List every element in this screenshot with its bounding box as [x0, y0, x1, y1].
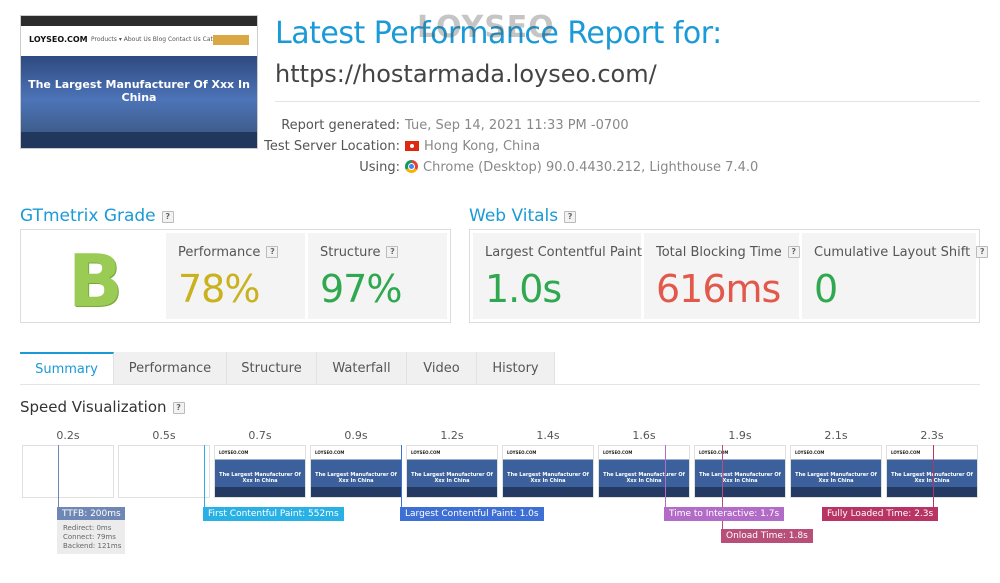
server-location-value: Hong Kong, China — [424, 139, 541, 154]
grade-box: B — [24, 233, 181, 323]
help-icon[interactable]: ? — [161, 211, 174, 223]
web-vitals-panel: Largest Contentful Paint? 1.0s Total Blo… — [469, 229, 989, 323]
tab-waterfall[interactable]: Waterfall — [317, 352, 407, 385]
help-icon[interactable]: ? — [266, 246, 279, 258]
cls-label: Cumulative Layout Shift? — [814, 245, 989, 260]
ttfb-detail: Redirect: 0ms Connect: 79ms Backend: 121… — [57, 520, 125, 554]
thumbnail-cta — [213, 35, 249, 45]
structure-value: 97% — [320, 267, 402, 311]
help-icon[interactable]: ? — [564, 211, 577, 223]
speed-visualization-heading: Speed Visualization? — [20, 398, 185, 416]
lcp-marker[interactable]: Largest Contentful Paint: 1.0s — [400, 507, 544, 521]
frame-time: 0.9s — [344, 429, 368, 442]
frame-time: 0.2s — [56, 429, 80, 442]
lcp-value: 1.0s — [485, 267, 562, 311]
thumbnail-nav: LOYSEO.COM Products ▾ About Us Blog Cont… — [21, 26, 257, 56]
thumbnail-headline: The Largest Manufacturer Of Xxx In China — [28, 78, 250, 104]
fully-loaded-marker[interactable]: Fully Loaded Time: 2.3s — [822, 507, 939, 521]
ttfb-backend: Backend: 121ms — [63, 542, 122, 550]
filmstrip-frame[interactable]: LOYSEO.COM The Largest Manufacturer Of Xx… — [694, 445, 786, 498]
tab-summary[interactable]: Summary — [20, 352, 114, 385]
web-vitals-title: Web Vitals — [469, 206, 559, 226]
tab-video[interactable]: Video — [407, 352, 477, 385]
tbt-label: Total Blocking Time? — [656, 245, 800, 260]
frame-time: 1.2s — [440, 429, 464, 442]
thumbnail-logo: LOYSEO.COM — [29, 35, 88, 44]
server-location-label: Test Server Location: — [264, 139, 400, 154]
tab-history[interactable]: History — [477, 352, 555, 385]
frame-time: 1.9s — [728, 429, 752, 442]
filmstrip-frame[interactable] — [118, 445, 210, 498]
report-url[interactable]: https://hostarmada.loyseo.com/ — [275, 60, 657, 88]
tab-structure[interactable]: Structure — [227, 352, 317, 385]
using-label: Using: — [359, 160, 400, 175]
performance-label: Performance? — [178, 245, 279, 260]
hong-kong-flag-icon — [405, 141, 419, 151]
tti-line — [665, 445, 666, 507]
ttfb-marker[interactable]: TTFB: 200ms — [57, 507, 125, 521]
lcp-label: Largest Contentful Paint? — [485, 245, 661, 260]
report-tabs: Summary Performance Structure Waterfall … — [20, 352, 555, 385]
frame-time: 1.6s — [632, 429, 656, 442]
onload-marker[interactable]: Onload Time: 1.8s — [721, 529, 813, 543]
ttfb-redirect: Redirect: 0ms — [63, 524, 112, 532]
browser-info: Chrome (Desktop) 90.0.4430.212, Lighthou… — [405, 160, 758, 175]
ttfb-line — [58, 445, 59, 507]
chrome-icon — [405, 160, 418, 173]
fcp-line — [204, 445, 205, 507]
cls-cell: Cumulative Layout Shift? 0 — [802, 233, 989, 319]
frame-time: 2.1s — [824, 429, 848, 442]
speed-visualization-title: Speed Visualization — [20, 398, 167, 416]
filmstrip-frame[interactable]: LOYSEO.COM The Largest Manufacturer Of Xx… — [406, 445, 498, 498]
help-icon[interactable]: ? — [386, 246, 399, 258]
thumbnail-nav-links: Products ▾ About Us Blog Contact Us Cata… — [91, 36, 229, 43]
frame-time: 0.5s — [152, 429, 176, 442]
help-icon[interactable]: ? — [976, 246, 989, 258]
tbt-value: 616ms — [656, 267, 781, 311]
filmstrip-frame[interactable]: LOYSEO.COM The Largest Manufacturer Of Xx… — [790, 445, 882, 498]
server-location: Hong Kong, China — [405, 139, 540, 154]
tti-marker[interactable]: Time to Interactive: 1.7s — [664, 507, 785, 521]
filmstrip-frame[interactable] — [22, 445, 114, 498]
filmstrip-frame[interactable]: LOYSEO.COM The Largest Manufacturer Of Xx… — [214, 445, 306, 498]
performance-cell: Performance? 78% — [166, 233, 305, 319]
help-icon[interactable]: ? — [172, 402, 185, 414]
watermark: LOYSEO — [417, 10, 555, 45]
using-value: Chrome (Desktop) 90.0.4430.212, Lighthou… — [423, 160, 759, 175]
filmstrip-frame[interactable]: LOYSEO.COM The Largest Manufacturer Of Xx… — [310, 445, 402, 498]
frame-time: 0.7s — [248, 429, 272, 442]
tab-performance[interactable]: Performance — [114, 352, 227, 385]
performance-value: 78% — [178, 267, 260, 311]
gtmetrix-grade-heading: GTmetrix Grade? — [20, 206, 174, 226]
cls-value: 0 — [814, 267, 838, 311]
tabs-divider — [20, 384, 980, 385]
tbt-cell: Total Blocking Time? 616ms — [644, 233, 800, 319]
help-icon[interactable]: ? — [787, 246, 800, 258]
header-divider — [275, 101, 980, 102]
grade-letter: B — [68, 239, 123, 323]
web-vitals-heading: Web Vitals? — [469, 206, 577, 226]
lcp-cell: Largest Contentful Paint? 1.0s — [473, 233, 661, 319]
structure-label: Structure? — [320, 245, 399, 260]
filmstrip-frame[interactable]: LOYSEO.COM The Largest Manufacturer Of Xx… — [502, 445, 594, 498]
frame-time: 2.3s — [920, 429, 944, 442]
report-generated-label: Report generated: — [281, 118, 400, 133]
gtmetrix-grade-panel: B Performance? 78% Structure? 97% — [20, 229, 451, 323]
structure-cell: Structure? 97% — [308, 233, 447, 319]
lcp-line — [401, 445, 402, 507]
report-generated-value: Tue, Sep 14, 2021 11:33 PM -0700 — [405, 118, 629, 133]
ttfb-connect: Connect: 79ms — [63, 533, 116, 541]
fcp-marker[interactable]: First Contentful Paint: 552ms — [203, 507, 344, 521]
thumbnail-topbar — [21, 16, 257, 26]
filmstrip-frame[interactable]: LOYSEO.COM The Largest Manufacturer Of Xx… — [886, 445, 978, 498]
frame-time: 1.4s — [536, 429, 560, 442]
gtmetrix-grade-title: GTmetrix Grade — [20, 206, 156, 226]
fully-loaded-line — [933, 445, 934, 507]
filmstrip-frame[interactable]: LOYSEO.COM The Largest Manufacturer Of Xx… — [598, 445, 690, 498]
